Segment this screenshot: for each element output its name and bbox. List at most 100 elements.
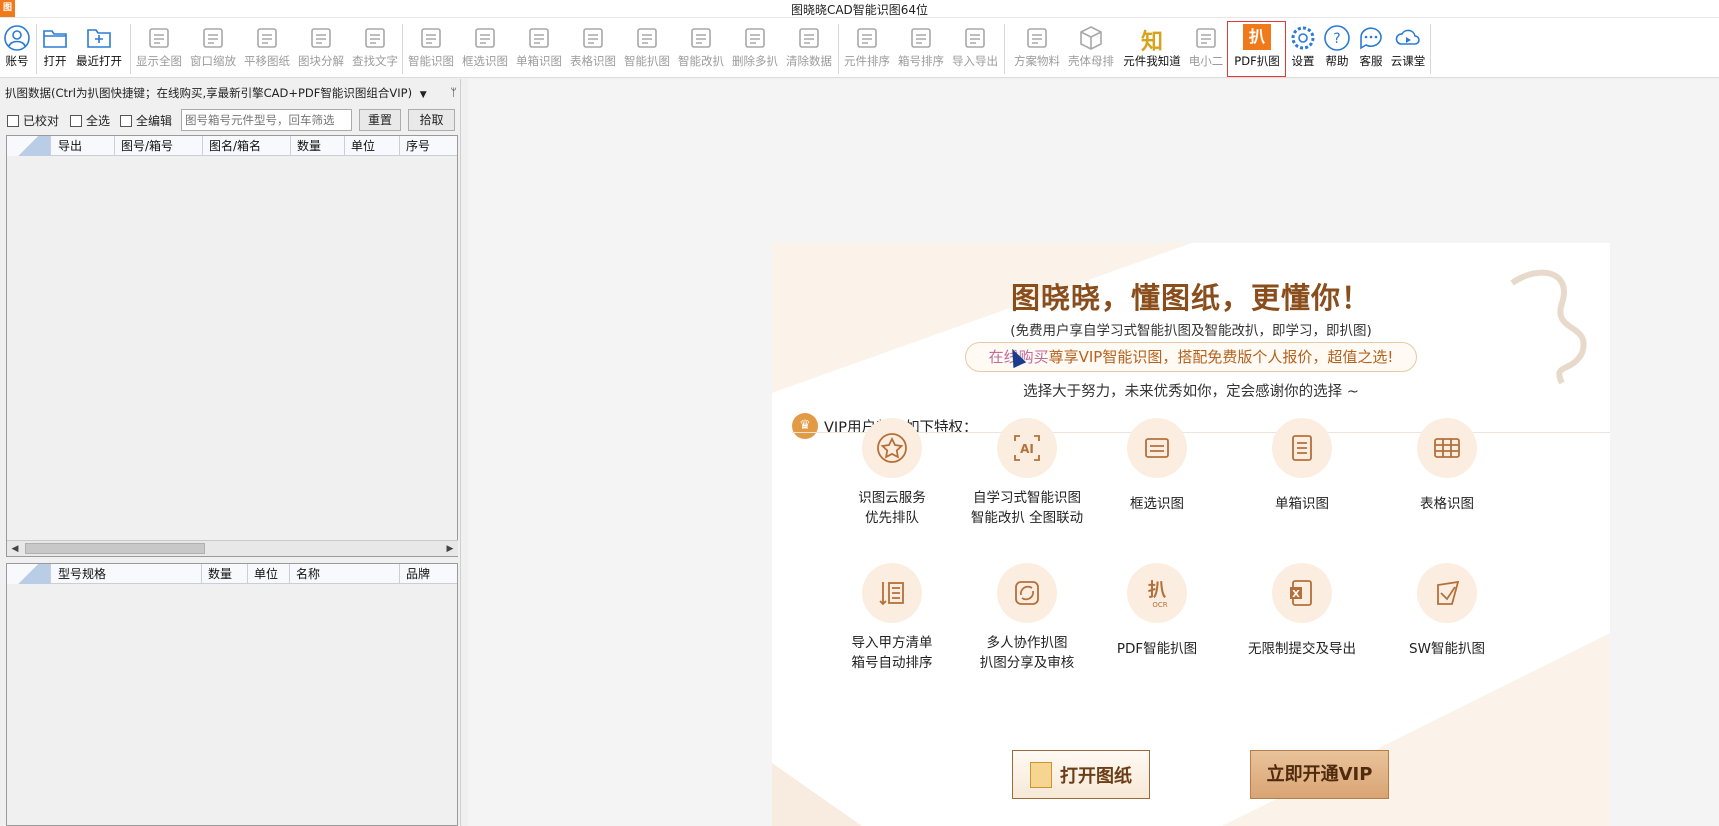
panel-dropdown-icon[interactable]: ▼	[420, 90, 427, 100]
toolbar-label: 单箱识图	[516, 54, 562, 68]
column-header[interactable]: 品牌	[400, 564, 457, 584]
star-icon	[862, 418, 922, 478]
toolbar-label: 清除数据	[786, 54, 832, 68]
toolbar-eraser-button[interactable]: 删除多扒	[728, 22, 782, 76]
column-header[interactable]: 数量	[202, 564, 248, 584]
excel-icon: X	[1272, 563, 1332, 623]
toolbar-label: 删除多扒	[732, 54, 778, 68]
feature-line: 扒图分享及审核	[979, 655, 1075, 671]
toolbar-single-box-button[interactable]: 单箱识图	[512, 22, 566, 76]
toolbar-gear-button[interactable]: 设置	[1286, 22, 1320, 76]
feature-line: 表格识图	[1420, 496, 1474, 512]
checkbox-box[interactable]	[70, 114, 82, 127]
feature-label: 无限制提交及导出	[1227, 639, 1377, 659]
toolbar-recent-folder-button[interactable]: 最近打开	[72, 22, 126, 76]
toolbar-sort-component-button[interactable]: 元件排序	[840, 22, 894, 76]
single-box-icon	[1272, 418, 1332, 478]
column-header[interactable]: 序号	[400, 136, 457, 156]
scroll-thumb[interactable]	[25, 543, 205, 554]
window-title: 图晓晓CAD智能识图64位	[790, 3, 929, 17]
column-header[interactable]: 单位	[345, 136, 400, 156]
toolbar-table-recognize-button[interactable]: 表格识图	[566, 22, 620, 76]
toolbar-label: 壳体母排	[1068, 54, 1114, 68]
column-header[interactable]: 单位	[248, 564, 290, 584]
column-header[interactable]: 数量	[291, 136, 345, 156]
toolbar-find-text-button[interactable]: 查找文字	[348, 22, 402, 76]
fit-all-icon	[132, 22, 186, 54]
feature-line: 无限制提交及导出	[1248, 641, 1356, 657]
grid-header: 型号规格 数量 单位 名称 品牌	[7, 564, 457, 584]
toolbar-smart-modify-button[interactable]: 智能改扒	[674, 22, 728, 76]
toolbar-import-export-button[interactable]: 导入导出	[948, 22, 1002, 76]
feature-collaborate: 多人协作扒图 扒图分享及审核	[952, 563, 1102, 673]
toolbar-label: 智能识图	[408, 54, 454, 68]
feature-line: 多人协作扒图	[986, 635, 1068, 651]
toolbar-smart-extract-button[interactable]: 智能扒图	[620, 22, 674, 76]
toolbar-dianxiaoer-button[interactable]: 电小二	[1186, 22, 1226, 76]
scroll-left-icon[interactable]: ◀	[8, 542, 22, 556]
toolbar-cloud-class-button[interactable]: 云课堂	[1388, 22, 1428, 76]
column-header[interactable]: 导出	[52, 136, 115, 156]
checkbox-label: 全编辑	[136, 114, 173, 128]
box-select-icon	[458, 22, 512, 54]
toolbar-chat-button[interactable]: 客服	[1354, 22, 1388, 76]
toolbar-label: 智能扒图	[624, 54, 670, 68]
reset-button[interactable]: 重置	[359, 109, 401, 131]
table-recognize-icon	[566, 22, 620, 54]
toolbar-pan-button[interactable]: 平移图纸	[240, 22, 294, 76]
toolbar-label: 帮助	[1325, 54, 1349, 68]
toolbar-label: 方案物料	[1014, 54, 1060, 68]
toolbar-clear-data-button[interactable]: 清除数据	[782, 22, 836, 76]
feature-label: 表格识图	[1372, 494, 1522, 514]
feature-line: 框选识图	[1130, 496, 1184, 512]
svg-text:OCR: OCR	[1152, 601, 1167, 609]
pin-icon[interactable]: ᛘ	[450, 83, 457, 103]
checkbox-select-all[interactable]: 全选	[70, 112, 110, 129]
toolbar-label: 窗口缩放	[190, 54, 236, 68]
feature-sw: SW智能扒图	[1372, 563, 1522, 659]
component-grid[interactable]: 型号规格 数量 单位 名称 品牌	[6, 563, 458, 826]
feature-label: 多人协作扒图 扒图分享及审核	[952, 633, 1102, 673]
toolbar-fit-all-button[interactable]: 显示全图	[132, 22, 186, 76]
toolbar-know-button[interactable]: 知元件我知道	[1118, 22, 1186, 76]
checkbox-edit-all[interactable]: 全编辑	[120, 112, 172, 129]
toolbar-cube-button[interactable]: 壳体母排	[1064, 22, 1118, 76]
checkbox-checked[interactable]: 已校对	[7, 112, 59, 129]
toolbar-label: 元件我知道	[1123, 54, 1181, 68]
toolbar-ai-recognize-button[interactable]: 智能识图	[404, 22, 458, 76]
scroll-right-icon[interactable]: ▶	[443, 542, 457, 556]
column-header[interactable]: 型号规格	[52, 564, 202, 584]
activate-vip-button[interactable]: 立即开通VIP	[1250, 750, 1389, 799]
pick-button[interactable]: 拾取	[408, 109, 455, 131]
grid-corner[interactable]	[7, 564, 51, 584]
grid-corner[interactable]	[7, 136, 51, 156]
column-header[interactable]: 名称	[290, 564, 400, 584]
svg-text:扒: 扒	[1148, 579, 1166, 601]
open-drawing-button[interactable]: 打开图纸	[1012, 750, 1150, 799]
checkbox-box[interactable]	[120, 114, 132, 127]
toolbar-folder-open-button[interactable]: 打开	[38, 22, 72, 76]
feature-table: 表格识图	[1372, 418, 1522, 514]
feature-line: 识图云服务	[858, 490, 926, 506]
sort-component-icon	[840, 22, 894, 54]
toolbar-sort-box-button[interactable]: 箱号排序	[894, 22, 948, 76]
toolbar-box-select-button[interactable]: 框选识图	[458, 22, 512, 76]
buy-online-banner[interactable]: 在线购买尊享VIP智能识图，搭配免费版个人报价，超值之选!	[965, 342, 1417, 372]
help-icon: ?	[1320, 22, 1354, 54]
toolbar-help-button[interactable]: ? 帮助	[1320, 22, 1354, 76]
toolbar-material-button[interactable]: 方案物料	[1010, 22, 1064, 76]
checkbox-box[interactable]	[7, 114, 19, 127]
eraser-icon	[728, 22, 782, 54]
toolbar-explode-block-button[interactable]: 图块分解	[294, 22, 348, 76]
column-header[interactable]: 图名/箱名	[203, 136, 291, 156]
search-input[interactable]	[181, 109, 352, 131]
toolbar-label: 平移图纸	[244, 54, 290, 68]
horizontal-scrollbar[interactable]: ◀ ▶	[7, 540, 458, 556]
column-header[interactable]: 图号/箱号	[115, 136, 203, 156]
toolbar-zoom-window-button[interactable]: 窗口缩放	[186, 22, 240, 76]
ocr-icon: 扒 OCR	[1127, 563, 1187, 623]
toolbar-label: 最近打开	[76, 54, 122, 68]
extract-data-grid[interactable]: 导出 图号/箱号 图名/箱名 数量 单位 序号 ◀ ▶	[6, 135, 458, 557]
toolbar-user-button[interactable]: 账号	[0, 22, 34, 76]
checkbox-label: 全选	[86, 114, 111, 128]
